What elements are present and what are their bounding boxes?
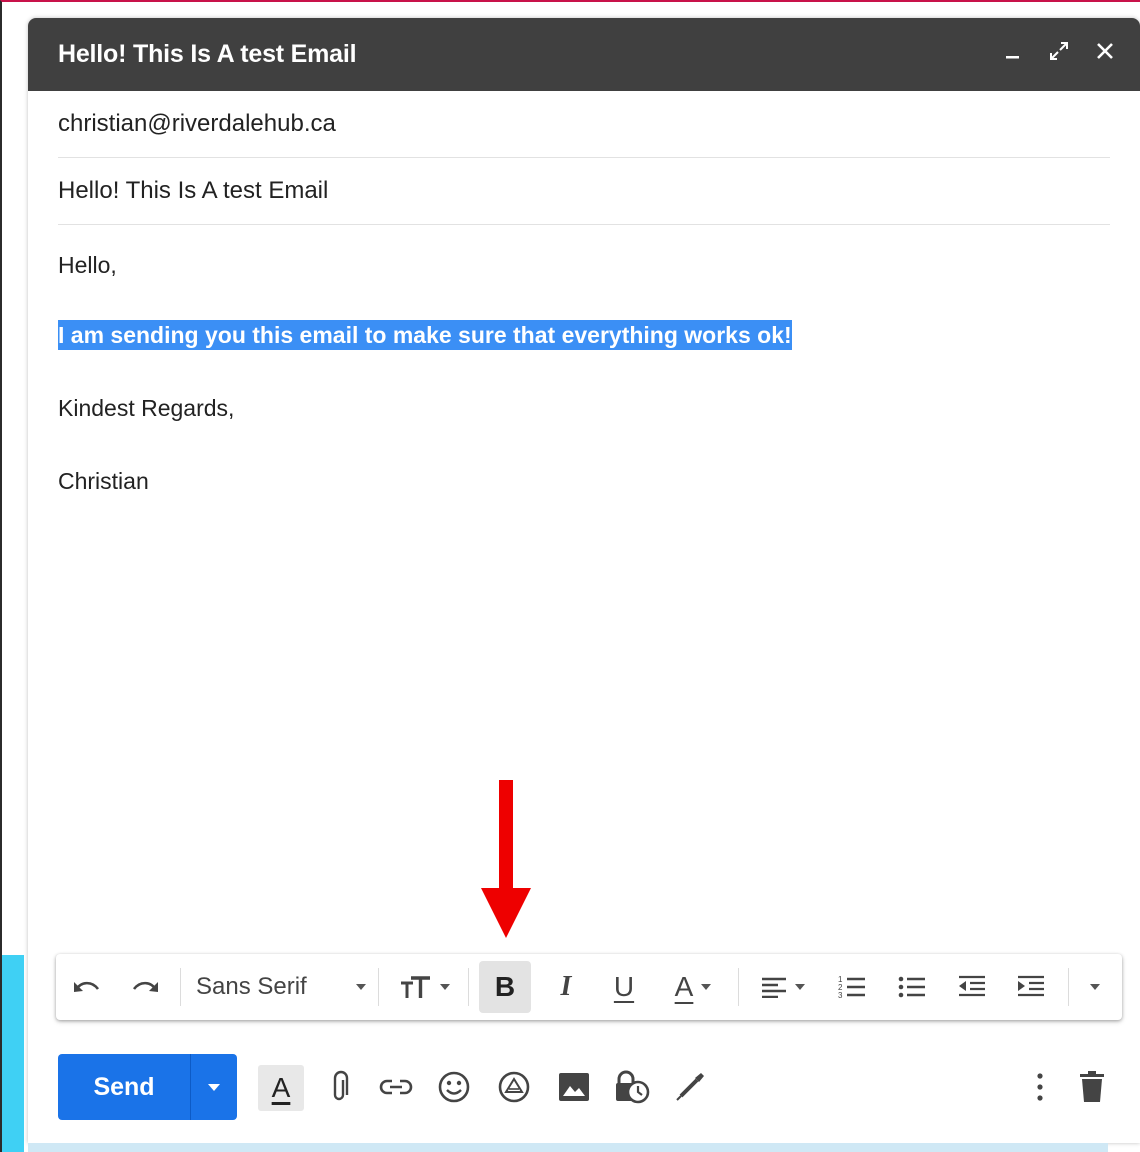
more-formatting-icon[interactable]	[1080, 967, 1110, 1007]
svg-text:3: 3	[838, 991, 843, 1000]
underline-button[interactable]: U	[604, 967, 644, 1007]
photo-icon[interactable]	[554, 1067, 594, 1107]
bottom-band	[28, 1143, 1108, 1152]
delete-icon[interactable]	[1072, 1067, 1112, 1107]
bulleted-list-icon[interactable]	[892, 967, 932, 1007]
font-family-select[interactable]: Sans Serif	[196, 967, 366, 1007]
body-greeting: Hello,	[58, 252, 117, 278]
send-button[interactable]: Send	[58, 1054, 190, 1120]
send-button-group: Send	[58, 1054, 237, 1120]
toolbar-separator	[378, 968, 379, 1006]
toolbar-separator	[738, 968, 739, 1006]
chevron-down-icon	[208, 1083, 220, 1091]
minimize-icon[interactable]	[1002, 40, 1024, 62]
compose-title: Hello! This Is A test Email	[58, 40, 357, 68]
body-closing: Kindest Regards,	[58, 395, 235, 421]
chevron-down-icon	[701, 984, 712, 990]
background-accent	[0, 955, 24, 1152]
annotation-arrow-icon	[481, 780, 531, 938]
formatting-options-icon[interactable]: A	[258, 1065, 304, 1111]
bold-button[interactable]: B	[479, 961, 531, 1013]
toolbar-separator	[180, 968, 181, 1006]
indent-less-icon[interactable]	[952, 967, 992, 1007]
text-color-icon: A	[674, 971, 694, 1002]
chevron-down-icon	[356, 984, 366, 990]
formatting-toolbar: Sans Serif B I U A 123	[56, 954, 1122, 1020]
toolbar-separator	[1068, 968, 1069, 1006]
toolbar-separator	[468, 968, 469, 1006]
schedule-send-button[interactable]	[191, 1054, 237, 1120]
compose-window: Hello! This Is A test Email christian@ri…	[28, 18, 1140, 1143]
indent-more-icon[interactable]	[1011, 967, 1051, 1007]
italic-button[interactable]: I	[546, 967, 586, 1007]
emoji-icon[interactable]	[434, 1067, 474, 1107]
window-controls	[1002, 40, 1116, 62]
body-signature: Christian	[58, 468, 149, 494]
font-family-value: Sans Serif	[196, 973, 307, 1000]
subject-field[interactable]: Hello! This Is A test Email	[58, 158, 1110, 225]
body-selected-line: I am sending you this email to make sure…	[58, 320, 792, 350]
chevron-down-icon	[440, 984, 450, 990]
text-color-button[interactable]: A	[662, 967, 724, 1007]
message-body[interactable]: Hello, I am sending you this email to ma…	[58, 244, 1110, 944]
compose-title-bar[interactable]: Hello! This Is A test Email	[28, 18, 1140, 91]
link-icon[interactable]	[376, 1067, 416, 1107]
align-icon[interactable]	[752, 967, 814, 1007]
redo-icon[interactable]	[126, 967, 164, 1007]
chevron-down-icon	[795, 984, 805, 990]
drive-icon[interactable]	[494, 1067, 534, 1107]
selected-text[interactable]: I am sending you this email to make sure…	[58, 320, 792, 350]
close-icon[interactable]	[1094, 40, 1116, 62]
numbered-list-icon[interactable]: 123	[832, 967, 872, 1007]
to-field[interactable]: christian@riverdalehub.ca	[58, 91, 1110, 158]
signature-icon[interactable]	[670, 1067, 710, 1107]
formatting-options-label: A	[271, 1072, 291, 1103]
undo-icon[interactable]	[68, 967, 106, 1007]
fullscreen-icon[interactable]	[1048, 40, 1070, 62]
font-size-icon[interactable]	[394, 967, 456, 1007]
more-options-icon[interactable]	[1020, 1067, 1060, 1107]
attach-icon[interactable]	[320, 1067, 360, 1107]
confidential-icon[interactable]	[612, 1067, 652, 1107]
chevron-down-icon	[1090, 984, 1100, 990]
